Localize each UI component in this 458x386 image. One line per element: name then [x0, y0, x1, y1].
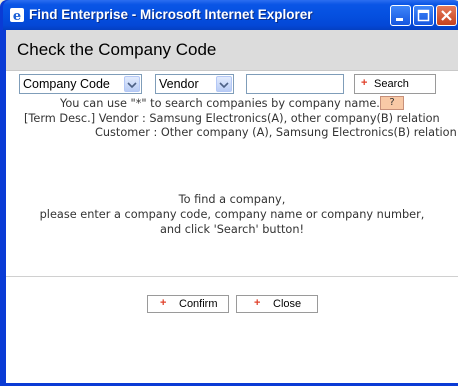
plus-icon: + — [160, 297, 167, 309]
relation-select[interactable]: Vendor — [155, 74, 234, 94]
search-button-label: Search — [374, 78, 409, 90]
ie-icon: e — [10, 8, 24, 23]
plus-icon: + — [254, 297, 261, 309]
term-desc-vendor: [Term Desc.] Vendor : Samsung Electronic… — [24, 112, 440, 125]
page-title: Check the Company Code — [17, 40, 217, 59]
search-input[interactable] — [246, 74, 344, 94]
relation-value: Vendor — [159, 77, 199, 91]
maximize-icon — [417, 9, 430, 22]
close-window-button[interactable] — [436, 5, 457, 26]
page-content: Check the Company Code Company Code Vend… — [6, 30, 458, 383]
page-header: Check the Company Code — [6, 30, 458, 71]
wildcard-hint: You can use "*" to search companies by c… — [60, 97, 380, 110]
title-bar[interactable]: e Find Enterprise - Microsoft Internet E… — [3, 0, 458, 30]
plus-icon: + — [361, 77, 368, 89]
maximize-button[interactable] — [413, 5, 434, 26]
term-desc-customer: Customer : Other company (A), Samsung El… — [95, 126, 457, 139]
minimize-icon — [396, 18, 403, 21]
search-button[interactable]: + Search — [354, 74, 436, 94]
instruction-line-1: To find a company, — [178, 193, 286, 206]
instruction-line-2: please enter a company code, company nam… — [39, 208, 425, 221]
window-title: Find Enterprise - Microsoft Internet Exp… — [29, 7, 313, 22]
chevron-down-icon[interactable] — [216, 76, 232, 92]
search-type-value: Company Code — [23, 77, 110, 91]
close-button[interactable]: + Close — [236, 295, 318, 313]
browser-window: e Find Enterprise - Microsoft Internet E… — [0, 0, 458, 386]
confirm-label: Confirm — [179, 298, 218, 310]
help-button[interactable]: ? — [380, 96, 404, 110]
chevron-down-icon[interactable] — [124, 76, 140, 92]
search-type-select[interactable]: Company Code — [19, 74, 142, 94]
close-label: Close — [273, 298, 302, 310]
svg-text:e: e — [13, 9, 21, 23]
divider — [6, 276, 458, 277]
close-icon — [441, 10, 452, 21]
instruction-line-3: and click 'Search' button! — [159, 223, 305, 236]
confirm-button[interactable]: + Confirm — [147, 295, 229, 313]
minimize-button[interactable] — [390, 5, 411, 26]
